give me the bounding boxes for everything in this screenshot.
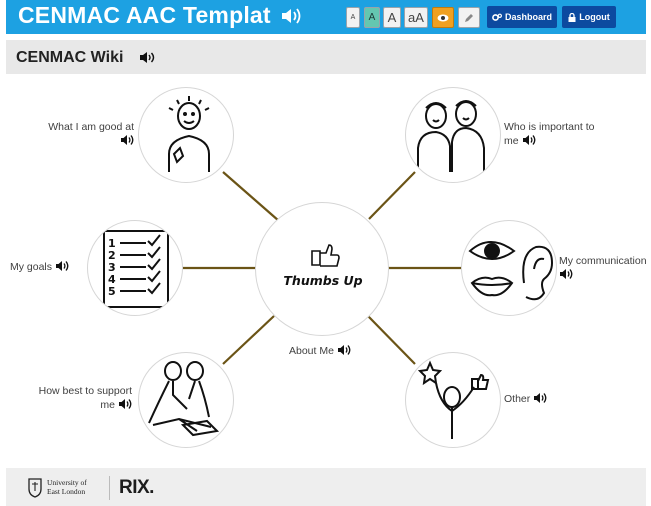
mind-map: Thumbs Up About Me What I am good at Who… <box>0 74 651 464</box>
node-how-best-to-support-me[interactable] <box>138 352 234 448</box>
crest-icon <box>28 478 42 498</box>
node-other[interactable] <box>405 352 501 448</box>
lock-icon <box>568 12 576 22</box>
svg-text:5: 5 <box>108 285 116 298</box>
footer-divider <box>109 476 110 500</box>
center-node[interactable]: Thumbs Up <box>255 202 389 336</box>
page: CENMAC AAC Templat A A A aA Dashboard Lo… <box>0 0 651 506</box>
dashboard-label: Dashboard <box>504 12 552 22</box>
text-size-small-button[interactable]: A <box>364 7 380 28</box>
text-size-toggle-button[interactable]: aA <box>404 7 428 28</box>
gears-icon <box>492 13 502 21</box>
speaker-icon[interactable] <box>533 392 547 404</box>
app-title: CENMAC AAC Templat <box>18 2 271 28</box>
speaker-icon[interactable] <box>118 398 132 410</box>
node-label-other: Other <box>504 392 547 406</box>
center-caption: About Me <box>289 344 351 358</box>
uel-logo[interactable]: University of East London <box>28 478 108 500</box>
thumbs-up-icon <box>311 244 340 267</box>
numbered-checklist-icon: 12345 <box>103 230 169 308</box>
speaker-icon[interactable] <box>55 260 69 272</box>
node-my-communication[interactable] <box>461 220 557 316</box>
pencil-icon <box>465 13 473 22</box>
node-label-how-best-to-support-me: How best to support me <box>38 385 132 411</box>
speaker-icon[interactable] <box>120 134 134 146</box>
logout-label: Logout <box>579 12 610 22</box>
text-size-large-button[interactable]: A <box>383 7 401 28</box>
node-what-i-am-good-at[interactable] <box>138 87 234 183</box>
node-label-who-is-important-to-me: Who is important to me <box>504 121 595 147</box>
center-node-label: Thumbs Up <box>283 273 363 288</box>
speaker-icon[interactable] <box>337 344 351 356</box>
node-label-what-i-am-good-at: What I am good at <box>48 120 134 148</box>
node-who-is-important-to-me[interactable] <box>405 87 501 183</box>
node-label-my-goals: My goals <box>10 260 69 274</box>
logout-button[interactable]: Logout <box>562 6 616 28</box>
rix-logo[interactable]: RIX. <box>119 477 154 499</box>
star-thumbs-person-icon <box>417 360 490 439</box>
dashboard-button[interactable]: Dashboard <box>487 6 557 28</box>
speaker-icon[interactable] <box>559 268 573 280</box>
text-size-smallest-button[interactable]: A <box>346 7 360 28</box>
person-good-at-icon <box>168 96 210 172</box>
two-people-icon <box>417 100 485 172</box>
edit-button[interactable] <box>458 7 480 28</box>
eye-ear-mouth-icon <box>468 241 554 301</box>
contrast-button[interactable] <box>432 7 454 28</box>
app-header: CENMAC AAC Templat A A A aA Dashboard Lo… <box>6 0 646 34</box>
support-people-icon <box>148 361 220 437</box>
node-my-goals[interactable]: 12345 <box>87 220 183 316</box>
node-label-my-communication: My communication <box>559 254 649 282</box>
eye-icon <box>437 14 449 21</box>
wiki-title: CENMAC Wiki <box>16 49 124 66</box>
uel-text: University of East London <box>47 478 87 496</box>
speaker-icon[interactable] <box>139 50 156 65</box>
wiki-bar: CENMAC Wiki <box>6 40 646 74</box>
speaker-icon[interactable] <box>280 6 302 26</box>
speaker-icon[interactable] <box>522 134 536 146</box>
footer: University of East London RIX. <box>6 468 646 506</box>
